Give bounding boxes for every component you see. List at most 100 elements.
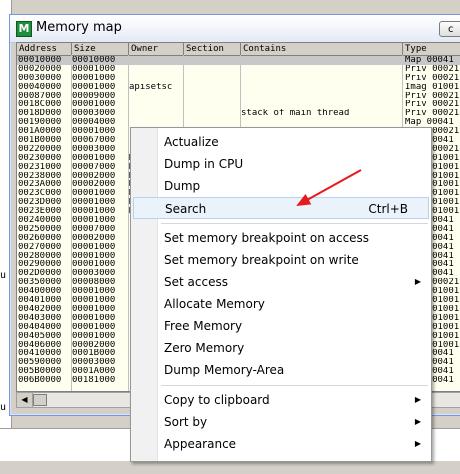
column-header-size[interactable]: Size — [72, 43, 129, 55]
menu-item-label: Dump — [164, 179, 201, 193]
address-cell: 00020000 — [18, 64, 62, 74]
type-cell: Map 00041 — [405, 56, 454, 65]
menu-item-label: Set access — [164, 275, 228, 289]
address-cell: 00401000 — [18, 296, 62, 306]
table-row[interactable]: 00010000 00010000 Map 00041 — [17, 56, 460, 65]
size-cell: 00002000 — [72, 171, 116, 181]
address-cell: 00190000 — [18, 118, 62, 128]
column-header-address[interactable]: Address — [17, 43, 72, 55]
contains-cell: stack of main thread — [241, 109, 350, 119]
table-row[interactable]: 0018C000 00001000 Priv 00021 — [17, 100, 460, 109]
address-cell: 0023E000 — [18, 207, 62, 217]
menu-item-label: Allocate Memory — [164, 297, 265, 311]
column-header-section[interactable]: Section — [184, 43, 241, 55]
menu-item-zero-memory[interactable]: Zero Memory — [133, 337, 429, 359]
address-cell: 0018C000 — [18, 100, 62, 110]
address-cell: 00010000 — [18, 56, 62, 65]
size-cell: 00001000 — [72, 198, 116, 208]
menu-separator — [161, 223, 428, 224]
address-cell: 00280000 — [18, 251, 62, 261]
address-cell: 00400000 — [18, 287, 62, 297]
address-cell: 00405000 — [18, 331, 62, 341]
menu-item-set-access[interactable]: Set access ▶ — [133, 271, 429, 293]
menu-item-label: Free Memory — [164, 319, 243, 333]
address-cell: 00230000 — [18, 153, 62, 163]
submenu-arrow-icon: ▶ — [414, 417, 421, 426]
size-cell: 00001000 — [72, 100, 116, 110]
menu-item-label: Copy to clipboard — [164, 393, 270, 407]
close-button[interactable]: c — [439, 21, 460, 37]
table-row[interactable]: 0018D000 00003000 stack of main thread Priv… — [17, 109, 460, 118]
size-cell: 00009000 — [72, 91, 116, 101]
menu-item-free-memory[interactable]: Free Memory — [133, 315, 429, 337]
menu-item-copy-to-clipboard[interactable]: Copy to clipboard ▶ — [133, 389, 429, 411]
menu-item-allocate-memory[interactable]: Allocate Memory — [133, 293, 429, 315]
size-cell: 00001000 — [72, 64, 116, 74]
address-cell: 00406000 — [18, 340, 62, 350]
size-cell: 00001000 — [72, 127, 116, 137]
background-mark: u — [0, 270, 7, 281]
menu-item-sort-by[interactable]: Sort by ▶ — [133, 411, 429, 433]
size-cell: 00001000 — [72, 242, 116, 252]
menu-item-dump-in-cpu[interactable]: Dump in CPU — [133, 153, 429, 175]
size-cell: 00181000 — [72, 376, 116, 386]
size-cell: 00067000 — [72, 136, 116, 146]
table-row[interactable]: 00020000 00001000 Priv 00021 — [17, 65, 460, 74]
address-cell: 006B0000 — [18, 376, 62, 386]
size-cell: 00002000 — [72, 180, 116, 190]
menu-item-search[interactable]: Search Ctrl+B — [133, 197, 429, 219]
table-row[interactable]: 00030000 00001000 Priv 00021 — [17, 74, 460, 83]
column-header-type[interactable]: Type — [403, 43, 460, 55]
address-cell: 0018D000 — [18, 109, 62, 119]
table-row[interactable]: 00087000 00009000 Priv 00021 — [17, 92, 460, 101]
size-cell: 00003000 — [72, 358, 116, 368]
menu-item-set-memory-breakpoint-on-access[interactable]: Set memory breakpoint on access — [133, 227, 429, 249]
type-cell: Map 00041 — [405, 118, 454, 128]
address-cell: 001A0000 — [18, 127, 62, 137]
size-cell: 00003000 — [72, 109, 116, 119]
scrollbar-thumb[interactable] — [33, 394, 47, 406]
address-cell: 00250000 — [18, 224, 62, 234]
address-cell: 00270000 — [18, 242, 62, 252]
table-row[interactable]: 00190000 00004000 Map 00041 — [17, 118, 460, 127]
size-cell: 00007000 — [72, 162, 116, 172]
menu-item-dump[interactable]: Dump — [133, 175, 429, 197]
size-cell: 0001A000 — [72, 367, 116, 377]
address-cell: 00290000 — [18, 260, 62, 270]
size-cell: 00001000 — [72, 153, 116, 163]
type-cell: Imag 01001 — [405, 82, 460, 92]
menu-item-label: Sort by — [164, 415, 208, 429]
menu-item-set-memory-breakpoint-on-write[interactable]: Set memory breakpoint on write — [133, 249, 429, 271]
menu-item-appearance[interactable]: Appearance ▶ — [133, 433, 429, 455]
size-cell: 00010000 — [72, 56, 116, 65]
size-cell: 00008000 — [72, 278, 116, 288]
scroll-left-arrow-icon[interactable]: ◀ — [17, 393, 33, 407]
menu-item-label: Set memory breakpoint on access — [164, 231, 370, 245]
address-cell: 0023A000 — [18, 180, 62, 190]
address-cell: 00404000 — [18, 322, 62, 332]
menu-item-actualize[interactable]: Actualize — [133, 131, 429, 153]
column-header-contains[interactable]: Contains — [241, 43, 403, 55]
address-cell: 00403000 — [18, 313, 62, 323]
size-cell: 00003000 — [72, 144, 116, 154]
address-cell: 00260000 — [18, 233, 62, 243]
size-cell: 00001000 — [72, 216, 116, 226]
title-bar[interactable]: M Memory map c — [10, 15, 460, 43]
size-cell: 00001000 — [72, 296, 116, 306]
menu-item-dump-memory-area[interactable]: Dump Memory-Area — [133, 359, 429, 381]
menu-separator — [161, 385, 428, 386]
column-header-owner[interactable]: Owner — [129, 43, 184, 55]
owner-cell: apisetsc — [129, 82, 173, 92]
address-cell: 0023D000 — [18, 198, 62, 208]
size-cell: 00001000 — [72, 260, 116, 270]
address-cell: 00220000 — [18, 144, 62, 154]
size-cell: 00001000 — [72, 207, 116, 217]
menu-item-label: Set memory breakpoint on write — [164, 253, 359, 267]
size-cell: 00007000 — [72, 224, 116, 234]
table-row[interactable]: 00040000 00001000 apisetsc Imag 01001 — [17, 83, 460, 92]
type-cell: Priv 00021 — [405, 91, 460, 101]
address-cell: 00240000 — [18, 216, 62, 226]
app-icon: M — [16, 21, 32, 37]
submenu-arrow-icon: ▶ — [414, 277, 421, 286]
size-cell: 00001000 — [72, 331, 116, 341]
